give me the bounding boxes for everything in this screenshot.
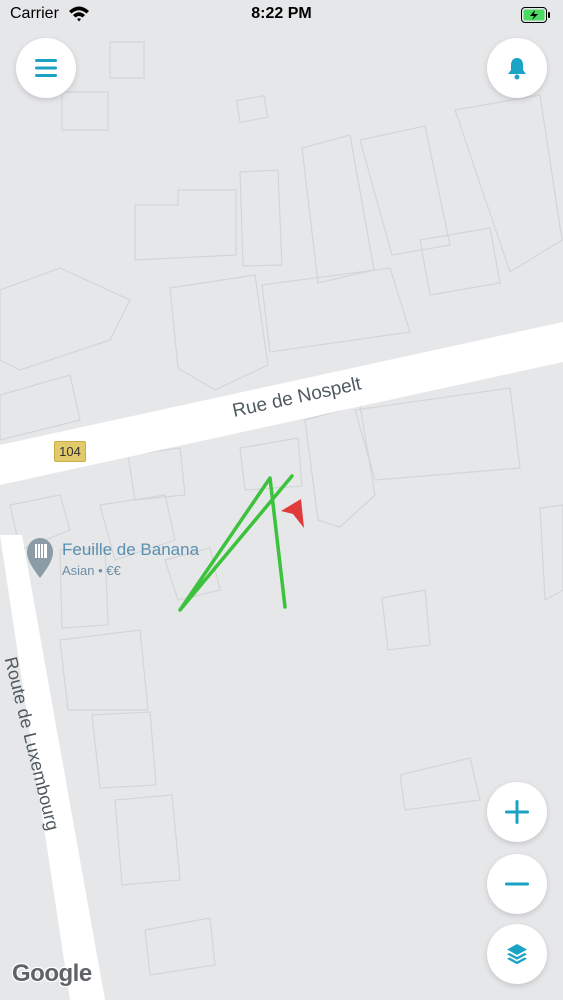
menu-button[interactable] (16, 38, 76, 98)
poi-category-label: Asian • €€ (62, 563, 121, 578)
map-background (0, 0, 563, 1000)
battery-icon (521, 7, 550, 23)
menu-icon (35, 59, 57, 77)
status-bar: Carrier 8:22 PM (0, 0, 563, 30)
map-canvas[interactable]: Rue de Nospelt Route de Luxembourg (0, 0, 563, 1000)
bell-icon (508, 58, 526, 80)
zoom-out-button[interactable] (487, 854, 547, 914)
route-shield-104: 104 (54, 441, 86, 462)
google-attribution: Google (12, 960, 92, 987)
minus-icon (505, 882, 529, 886)
layers-button[interactable] (487, 924, 547, 984)
poi-name-label[interactable]: Feuille de Banana (62, 540, 199, 560)
zoom-in-button[interactable] (487, 782, 547, 842)
notifications-button[interactable] (487, 38, 547, 98)
plus-icon (505, 800, 529, 824)
layers-icon (507, 944, 527, 965)
clock-label: 8:22 PM (251, 5, 312, 22)
